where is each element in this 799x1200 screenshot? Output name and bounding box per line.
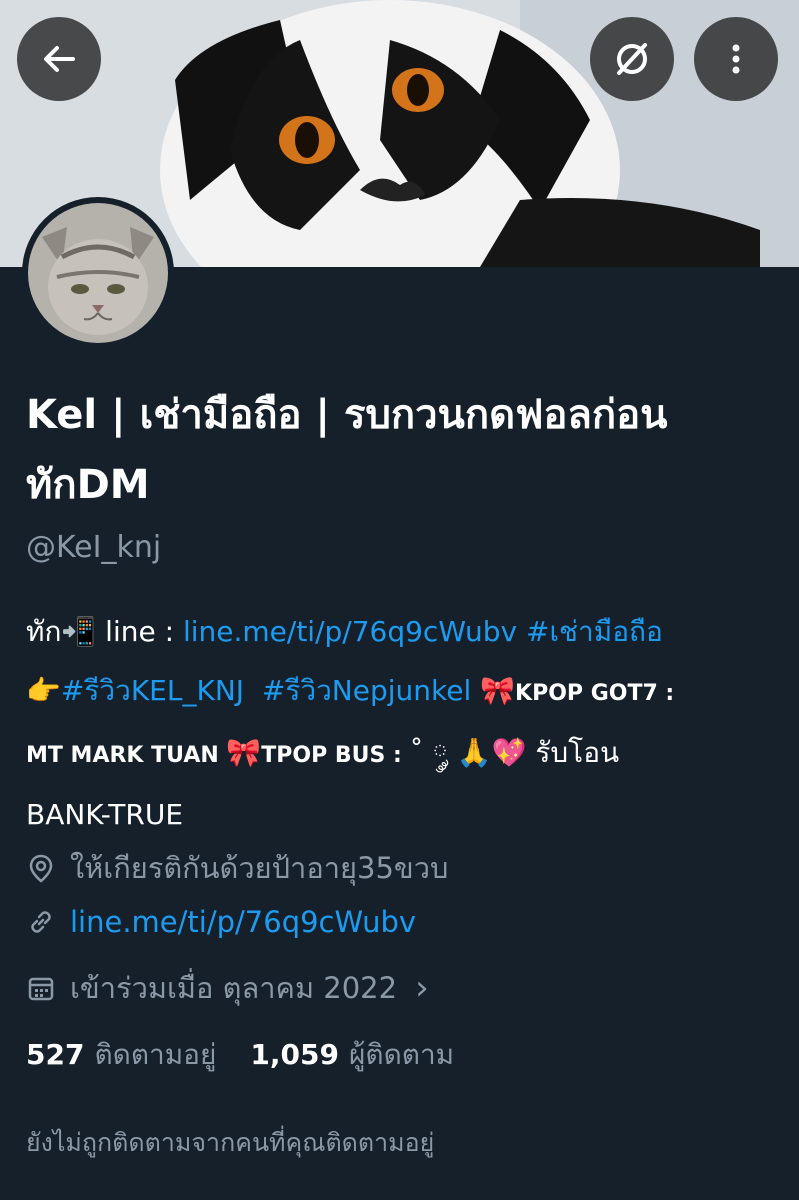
display-name-line-2: ทักDM xyxy=(26,462,150,508)
followers-label: ผู้ติดตาม xyxy=(348,1038,455,1071)
not-followed-by-text: ยังไม่ถูกติดตามจากคนที่คุณติดตามอยู่ xyxy=(26,1128,435,1157)
ribbon-emoji: 🎀 xyxy=(480,674,516,707)
joined-row[interactable]: เข้าร่วมเมื่อ ตุลาคม 2022 › xyxy=(26,965,429,1011)
following-stat[interactable]: 527 ติดตามอยู่ xyxy=(26,1033,216,1077)
bio-line-4: BANK-TRUE xyxy=(26,798,184,831)
link-icon xyxy=(31,911,51,933)
more-options-button[interactable] xyxy=(694,17,778,101)
bio-line-3: MT MARK TUAN 🎀TPOP BUS : ˚ ༘ 🙏💖 รับโอน xyxy=(26,723,776,785)
back-button[interactable] xyxy=(17,17,101,101)
website-link[interactable]: line.me/ti/p/76q9cWubv xyxy=(70,905,416,939)
pray-heart-emojis: 🙏💖 xyxy=(456,736,527,769)
location-row: ให้เกียรติกันด้วยป้าอายุ35ขวบ xyxy=(26,845,448,891)
followers-count: 1,059 xyxy=(250,1038,339,1071)
bio-line-1-prefix: ทัก📲 line : xyxy=(26,615,183,648)
display-name-line-1: Kel | เช่ามือถือ | รบกวนกดฟอลก่อน xyxy=(26,392,668,438)
avatar[interactable] xyxy=(22,197,174,349)
joined-text: เข้าร่วมเมื่อ ตุลาคม 2022 xyxy=(70,971,398,1005)
pointing-hand-emoji: 👉 xyxy=(26,674,61,707)
username-handle: @KeI_knj xyxy=(26,530,162,565)
grok-button[interactable] xyxy=(590,17,674,101)
chevron-right-icon: › xyxy=(415,968,429,1008)
bio-hashtag-rent-phone[interactable]: #เช่ามือถือ xyxy=(517,615,663,648)
following-count: 527 xyxy=(26,1038,85,1071)
display-name: Kel | เช่ามือถือ | รบกวนกดฟอลก่อน ทักDM xyxy=(26,380,776,520)
following-label: ติดตามอยู่ xyxy=(94,1038,217,1071)
bio: ทัก📲 line : line.me/ti/p/76q9cWubv #เช่า… xyxy=(26,602,776,844)
bio-decorative-symbols: ˚ ༘ xyxy=(409,736,457,769)
ribbon-emoji-2: 🎀 xyxy=(226,736,262,769)
bio-kpop-text: KPOP GOT7 : xyxy=(515,681,675,706)
bio-hashtag-review-kel[interactable]: #รีวิวKEL_KNJ xyxy=(61,674,244,707)
follow-stats: 527 ติดตามอยู่ 1,059 ผู้ติดตาม xyxy=(26,1033,454,1077)
bio-line-link[interactable]: line.me/ti/p/76q9cWubv xyxy=(183,615,517,648)
website-row: line.me/ti/p/76q9cWubv xyxy=(26,905,416,939)
bio-line-1: ทัก📲 line : line.me/ti/p/76q9cWubv #เช่า… xyxy=(26,602,776,661)
location-pin-icon xyxy=(29,854,53,883)
avatar-cat-image xyxy=(28,203,168,343)
bio-transfer-text: รับโอน xyxy=(526,736,620,769)
location-text: ให้เกียรติกันด้วยป้าอายุ35ขวบ xyxy=(70,851,449,885)
bio-tpop-text: TPOP BUS : xyxy=(261,743,410,768)
bio-line-2: 👉#รีวิวKEL_KNJ #รีวิวNepjunkel 🎀KPOP GOT… xyxy=(26,661,776,723)
followers-stat[interactable]: 1,059 ผู้ติดตาม xyxy=(250,1033,454,1077)
calendar-icon xyxy=(28,977,54,1001)
bio-hashtag-review-nep[interactable]: #รีวิวNepjunkel xyxy=(262,674,471,707)
arrow-left-icon xyxy=(44,46,75,72)
bio-mark-tuan-text: MT MARK TUAN xyxy=(26,743,227,768)
more-vertical-icon xyxy=(732,44,740,74)
slash-circle-icon xyxy=(617,43,647,75)
